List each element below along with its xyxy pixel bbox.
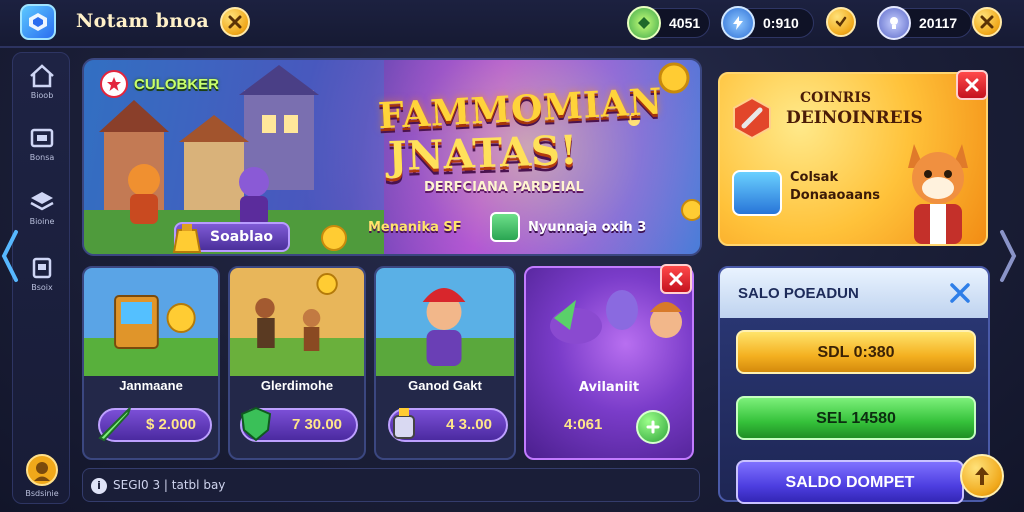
promo-title-line1: COINRIS bbox=[800, 90, 871, 106]
chevron-left-icon[interactable] bbox=[0, 228, 20, 284]
layers-icon bbox=[30, 192, 54, 211]
game-card-4[interactable]: Avilaniit 4:061 bbox=[524, 266, 694, 460]
hero-action-button[interactable]: Soablao bbox=[172, 222, 290, 253]
promo-panel[interactable]: COINRIS DEINOINREIS Colsak Donaaoaans bbox=[718, 72, 988, 246]
add-icon[interactable] bbox=[636, 410, 670, 444]
sidebar-item-store[interactable]: Bonsa bbox=[13, 119, 71, 175]
hero-tag-label: CULOBKER bbox=[134, 75, 219, 93]
hero-action-label: Soablao bbox=[210, 229, 274, 245]
trophy-icon bbox=[877, 6, 911, 40]
fox-mascot-illustration bbox=[908, 144, 968, 244]
card-price: 4:061 bbox=[564, 416, 603, 433]
chevron-right-icon[interactable] bbox=[996, 228, 1020, 284]
game-card-3[interactable]: Ganod Gakt 4 3..00 bbox=[374, 266, 516, 460]
potion-icon bbox=[393, 408, 415, 439]
energy-value: 0:910 bbox=[763, 15, 799, 31]
shield-check-icon[interactable] bbox=[826, 7, 856, 37]
box-icon bbox=[32, 257, 52, 279]
sidebar-profile-label: Bsdsinie bbox=[25, 489, 59, 498]
gem-icon bbox=[627, 6, 661, 40]
hero-badge-icon bbox=[490, 212, 520, 242]
close-window-icon[interactable] bbox=[972, 7, 1002, 37]
profile-coin-icon bbox=[26, 454, 58, 486]
hero-footer-right: Nyunnaja oxih 3 bbox=[528, 220, 647, 235]
wallet-button-2[interactable]: SEL 14580 bbox=[736, 396, 976, 440]
wallet-title: SALO POEADUN bbox=[738, 285, 859, 302]
gems-value: 4051 bbox=[669, 15, 701, 31]
promo-sub-line1: Colsak bbox=[790, 170, 839, 185]
lightning-icon bbox=[721, 6, 755, 40]
close-icon[interactable] bbox=[948, 281, 972, 305]
card-title: Ganod Gakt bbox=[408, 378, 482, 393]
sidebar-item-label: Bioob bbox=[30, 91, 54, 100]
card-price: $ 2.000 bbox=[145, 416, 196, 433]
energy-counter[interactable]: 0:910 bbox=[721, 6, 814, 40]
card-title: Janmaane bbox=[119, 378, 183, 393]
card-1-illustration bbox=[84, 268, 218, 376]
wallet-header: SALO POEADUN bbox=[720, 268, 988, 318]
close-icon[interactable] bbox=[220, 7, 250, 37]
card-price-button[interactable]: $ 2.000 bbox=[98, 407, 212, 442]
card-title: Avilaniit bbox=[578, 380, 640, 395]
card-price-button[interactable]: 7 30.00 bbox=[240, 406, 358, 442]
sidebar-item-label: Bonsa bbox=[29, 153, 55, 162]
card-price-button[interactable]: 4 3..00 bbox=[388, 408, 508, 442]
sword-icon bbox=[98, 407, 131, 442]
app-logo-icon[interactable] bbox=[20, 4, 56, 40]
sidebar-item-box[interactable]: Bsoix bbox=[13, 249, 71, 305]
sidebar: Bioob Bonsa Bioine Bsoix Bsdsinie bbox=[12, 52, 70, 504]
game-thumbnail-icon bbox=[732, 170, 782, 216]
hero-tag: CULOBKER bbox=[96, 68, 229, 100]
game-card-1[interactable]: Janmaane $ 2.000 bbox=[82, 266, 220, 460]
star-badge-icon bbox=[100, 70, 128, 98]
card-close-icon[interactable] bbox=[660, 264, 692, 294]
info-text: SEGI0 3 | tatbl bay bbox=[113, 478, 226, 492]
card-2-illustration bbox=[230, 268, 364, 376]
card-price: 4 3..00 bbox=[446, 416, 492, 433]
sidebar-item-label: Bioine bbox=[29, 217, 55, 226]
sidebar-item-home[interactable]: Bioob bbox=[13, 57, 71, 113]
card-title: Glerdimohe bbox=[260, 378, 334, 393]
sidebar-item-label: Bsoix bbox=[31, 283, 53, 292]
hero-title-line2: JNATAS! bbox=[387, 126, 579, 181]
promo-close-icon[interactable] bbox=[956, 70, 988, 100]
card-price: 7 30.00 bbox=[291, 416, 342, 433]
upgrade-arrow-icon[interactable] bbox=[960, 454, 1004, 498]
shield-icon bbox=[240, 406, 272, 442]
top-bar: Notam bnoa 4051 0:910 20117 bbox=[0, 0, 1024, 48]
info-icon: i bbox=[91, 478, 107, 494]
wallet-panel: SALO POEADUN SDL 0:380 SEL 14580 SALDO D… bbox=[718, 266, 990, 504]
hero-subtitle: DERFCIANA PARDEIAL bbox=[424, 180, 584, 195]
promo-sub-line2: Donaaoaans bbox=[790, 188, 880, 203]
trophy-counter[interactable]: 20117 bbox=[877, 6, 972, 40]
store-icon bbox=[30, 128, 54, 148]
wallet-button-3[interactable]: SALDO DOMPET bbox=[736, 460, 964, 504]
gems-counter[interactable]: 4051 bbox=[627, 6, 710, 40]
info-bar[interactable]: i SEGI0 3 | tatbl bay bbox=[82, 468, 700, 502]
sidebar-item-layers[interactable]: Bioine bbox=[13, 183, 71, 239]
gold-bag-icon bbox=[172, 224, 202, 253]
sidebar-profile[interactable]: Bsdsinie bbox=[13, 447, 71, 503]
game-card-2[interactable]: Glerdimohe 7 30.00 bbox=[228, 266, 366, 460]
hero-banner[interactable]: CULOBKER FAMMOMIAN JNATAS! DERFCIANA PAR… bbox=[82, 58, 702, 256]
hero-footer-left: Menanika SF bbox=[368, 220, 462, 235]
home-icon bbox=[30, 64, 54, 88]
hammer-badge-icon bbox=[733, 96, 771, 140]
card-3-illustration bbox=[376, 268, 514, 376]
wallet-button-1[interactable]: SDL 0:380 bbox=[736, 330, 976, 374]
trophy-value: 20117 bbox=[919, 15, 958, 31]
app-title: Notam bnoa bbox=[76, 10, 209, 32]
